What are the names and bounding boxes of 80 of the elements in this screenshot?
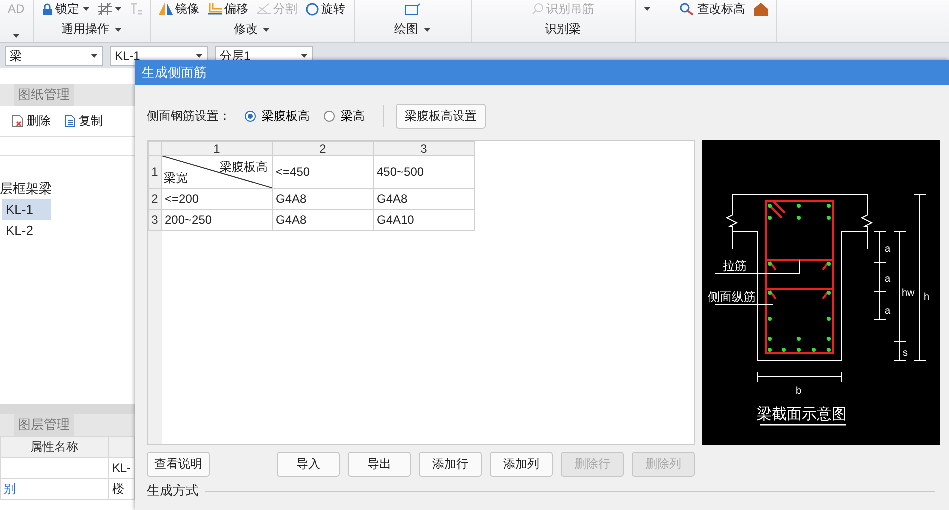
caret-icon	[644, 7, 651, 11]
dimension-label: b	[796, 386, 802, 397]
elevation-icon	[678, 2, 695, 16]
split-icon	[256, 3, 271, 15]
row-number: 1	[148, 156, 162, 188]
action-button[interactable]: 导入	[277, 452, 340, 477]
corner-label: 梁腹板高	[220, 159, 268, 176]
ribbon-tool[interactable]	[404, 2, 421, 16]
caret-icon	[91, 54, 98, 58]
caret-icon	[82, 7, 90, 11]
ribbon-tool[interactable]: 镜像	[158, 0, 200, 18]
tree-item[interactable]: KL-2	[2, 220, 51, 241]
column-number: 1	[162, 142, 272, 156]
action-button[interactable]: 添加行	[419, 452, 482, 477]
row-number: 3	[148, 210, 162, 230]
tree-item[interactable]: 层框架梁	[0, 178, 135, 199]
group-label: 通用操作	[62, 21, 110, 38]
action-button[interactable]: 导出	[348, 452, 411, 477]
radio-option[interactable]: 梁高	[324, 108, 365, 124]
selector-dropdown[interactable]: 梁	[5, 46, 103, 66]
rotate-icon	[306, 2, 319, 16]
dimension-label: s	[903, 348, 908, 359]
panel-tool[interactable]: 复制	[65, 112, 103, 130]
column-number: 3	[374, 142, 474, 156]
grid-cell[interactable]: G4A8	[374, 188, 474, 210]
delete-icon	[12, 114, 24, 128]
text-height-icon	[130, 3, 142, 15]
column-number: 2	[272, 142, 374, 156]
group-label: 识别梁	[545, 21, 582, 38]
rectangle-icon	[404, 2, 421, 16]
settings-button[interactable]: 梁腹板高设置	[396, 104, 486, 128]
property-name[interactable]: 别	[4, 482, 16, 496]
leader-line	[714, 304, 774, 306]
tree-item[interactable]: KL-1	[2, 199, 51, 220]
ribbon-tool[interactable]	[98, 3, 122, 15]
grid-icon	[98, 3, 112, 15]
caret-icon	[114, 7, 122, 11]
grid-cell[interactable]: G4A8	[272, 210, 374, 230]
grid-cell[interactable]: 450~500	[374, 156, 474, 188]
grid-cell[interactable]: <=200	[162, 188, 272, 210]
action-button[interactable]: 添加列	[490, 452, 553, 477]
house-icon	[754, 2, 768, 16]
ribbon-tool[interactable]: 偏移	[208, 0, 249, 18]
mirror-icon	[158, 3, 173, 15]
copy-icon	[65, 114, 76, 128]
dimension-label: hw	[902, 288, 915, 299]
grid-cell[interactable]: G4A10	[374, 210, 474, 230]
help-button[interactable]: 查看说明	[147, 452, 210, 477]
grid-cell[interactable]: 200~250	[162, 210, 272, 230]
dimension-label: a	[885, 274, 891, 285]
lock-icon	[42, 3, 53, 15]
group-label: 绘图	[394, 21, 419, 38]
ribbon-tool[interactable]: 查改标高	[678, 0, 746, 18]
tie-label: 拉筋	[723, 259, 747, 273]
ribbon-tool[interactable]: 锁定	[42, 0, 90, 18]
side-bar-label: 侧面纵筋	[708, 290, 756, 304]
grid-cell[interactable]: G4A8	[272, 188, 374, 210]
property-value: 楼	[112, 482, 124, 496]
column-header: 属性名称	[0, 436, 109, 458]
dialog-title: 生成侧面筋	[135, 60, 949, 85]
section-title: 生成方式	[147, 482, 199, 500]
dimension-label: a	[885, 306, 891, 317]
dimension-label: h	[924, 292, 930, 303]
property-value: KL-	[112, 461, 131, 475]
grid-cell[interactable]: <=450	[272, 156, 374, 188]
setting-label: 侧面钢筋设置：	[147, 108, 231, 124]
ribbon-tool[interactable]: 旋转	[306, 0, 346, 18]
search-icon	[532, 3, 544, 15]
offset-icon	[208, 3, 222, 15]
diagram-caption: 梁截面示意图	[757, 406, 847, 423]
corner-label: 梁宽	[164, 170, 188, 187]
ribbon-tool[interactable]	[754, 2, 768, 16]
caret-icon	[301, 54, 308, 58]
row-number: 2	[148, 188, 162, 210]
group-label: 修改	[234, 21, 258, 38]
dimension-label: a	[885, 244, 891, 255]
ribbon-menu[interactable]	[644, 7, 651, 11]
caret-icon	[196, 54, 203, 58]
panel-tool[interactable]: 删除	[12, 112, 51, 130]
radio-option[interactable]: 梁腹板高	[245, 108, 310, 124]
